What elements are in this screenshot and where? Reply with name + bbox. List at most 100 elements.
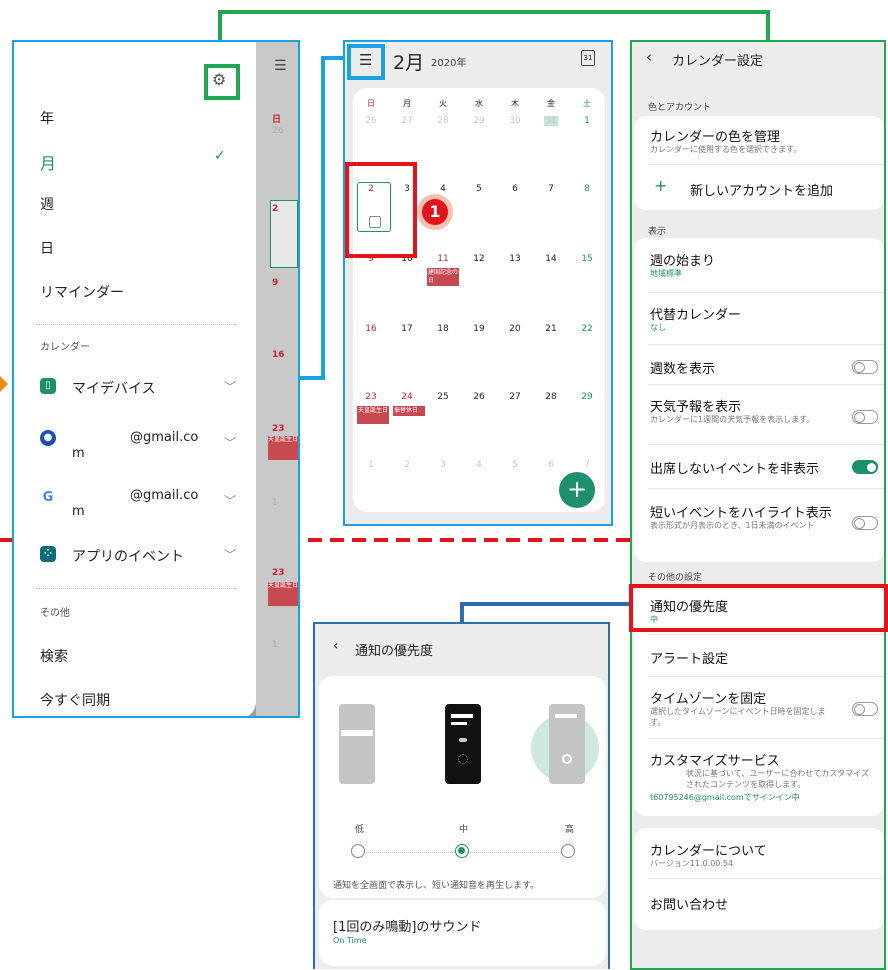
highlight-toggle[interactable] <box>852 516 878 530</box>
back-icon[interactable]: ‹ <box>333 638 339 654</box>
day-cell[interactable]: 20 <box>501 324 529 334</box>
day-cell[interactable]: 4 <box>465 460 493 470</box>
day-cell[interactable]: 27 <box>501 392 529 402</box>
day-cell[interactable]: 26 <box>357 116 385 126</box>
day-cell[interactable]: 14 <box>537 254 565 264</box>
day-cell[interactable]: 3 <box>429 460 457 470</box>
view-day[interactable]: 日 <box>40 238 54 258</box>
add-event-button[interactable]: + <box>559 472 595 508</box>
day-cell[interactable]: 13 <box>501 254 529 264</box>
step-marker: 1 <box>422 199 448 225</box>
level-low-label: 低 <box>355 825 365 835</box>
day-cell[interactable]: 15 <box>573 254 601 264</box>
view-reminder[interactable]: リマインダー <box>40 282 124 302</box>
day-cell[interactable]: 28 <box>429 116 457 126</box>
radio-high[interactable] <box>561 844 575 858</box>
sound-setting[interactable]: [1回のみ鳴動]のサウンド <box>333 916 481 935</box>
view-week[interactable]: 週 <box>40 194 54 214</box>
today-icon[interactable]: 31 <box>581 50 595 66</box>
month-title[interactable]: 2月 <box>393 48 424 75</box>
day-cell[interactable]: 5 <box>501 460 529 470</box>
strip-day: 1 <box>272 640 278 650</box>
day-cell[interactable]: 7 <box>573 460 601 470</box>
week-start[interactable]: 週の始まり <box>650 250 715 269</box>
calendar-account-2[interactable]: @gmail.co <box>130 488 198 503</box>
lock-timezone: タイムゾーンを固定 <box>650 692 767 707</box>
contact-us[interactable]: お問い合わせ <box>650 894 728 913</box>
back-icon[interactable]: ‹ <box>646 48 652 66</box>
show-weather-sub: カレンダーに1週間の天気予報を表示します。 <box>650 415 815 424</box>
manage-colors[interactable]: カレンダーの色を管理 <box>650 126 780 145</box>
day-cell[interactable]: 7 <box>537 184 565 194</box>
day-cell[interactable]: 23 <box>357 392 385 402</box>
search-item[interactable]: 検索 <box>40 646 68 666</box>
day-cell[interactable]: 2 <box>393 460 421 470</box>
calendar-account-1[interactable]: @gmail.co <box>130 430 198 445</box>
view-month[interactable]: 月 <box>40 150 56 174</box>
sync-now-item[interactable]: 今すぐ同期 <box>40 690 110 710</box>
chevron-down-icon[interactable]: ﹀ <box>224 546 236 563</box>
lock-timezone-sub: 選択したタイムゾーンにイベント日時を固定します。 <box>650 707 826 727</box>
chevron-down-icon[interactable]: ﹀ <box>224 434 236 451</box>
calendar-app-events[interactable]: アプリのイベント <box>72 546 184 566</box>
day-cell[interactable]: 31 <box>544 116 558 126</box>
level-medium-label: 中 <box>459 825 469 835</box>
customize-account: t60795246@gmail.comでサインイン中 <box>650 793 800 802</box>
alert-settings[interactable]: アラート設定 <box>650 648 728 667</box>
day-cell[interactable]: 18 <box>429 324 457 334</box>
divider <box>36 324 236 325</box>
view-year[interactable]: 年 <box>40 108 54 128</box>
day-cell[interactable]: 25 <box>429 392 457 402</box>
day-cell[interactable]: 30 <box>501 116 529 126</box>
day-cell[interactable]: 19 <box>465 324 493 334</box>
divider <box>648 292 884 293</box>
day-cell[interactable]: 17 <box>393 324 421 334</box>
chevron-down-icon[interactable]: ﹀ <box>224 378 236 395</box>
customize-service[interactable]: カスタマイズサービス <box>650 750 780 769</box>
high-phone-illustration <box>549 704 585 784</box>
event-substitute-holiday[interactable]: 振替休日 <box>393 406 425 416</box>
event-emperor-birthday[interactable]: 天皇誕生日 <box>357 406 389 424</box>
day-cell[interactable]: 4 <box>429 184 457 194</box>
day-cell[interactable]: 6 <box>537 460 565 470</box>
radio-low[interactable] <box>351 844 365 858</box>
weather-toggle[interactable] <box>852 410 878 424</box>
day-cell[interactable]: 24 <box>393 392 421 402</box>
calendars-header: カレンダー <box>40 342 90 353</box>
day-cell[interactable]: 11 <box>429 254 457 264</box>
lock-timezone-toggle[interactable] <box>852 702 878 716</box>
day-cell[interactable]: 5 <box>465 184 493 194</box>
calendar-mydevice[interactable]: マイデバイス <box>72 378 156 398</box>
samsung-account-icon: ● <box>40 430 56 446</box>
plus-icon: + <box>654 176 668 195</box>
day-cell[interactable]: 6 <box>501 184 529 194</box>
radio-medium[interactable] <box>455 844 469 858</box>
day-cell[interactable]: 27 <box>393 116 421 126</box>
day-cell[interactable]: 12 <box>465 254 493 264</box>
hide-declined-toggle[interactable] <box>852 460 878 474</box>
day-cell[interactable]: 28 <box>537 392 565 402</box>
day-cell[interactable]: 1 <box>357 460 385 470</box>
settings-title: カレンダー設定 <box>672 54 764 69</box>
other-header: その他 <box>40 608 70 619</box>
day-cell[interactable]: 1 <box>573 116 601 126</box>
gear-icon[interactable]: ⚙ <box>212 70 226 89</box>
alt-calendar[interactable]: 代替カレンダー <box>650 304 741 323</box>
day-cell[interactable]: 22 <box>573 324 601 334</box>
sound-value: On Time <box>333 936 367 945</box>
day-cell[interactable]: 21 <box>537 324 565 334</box>
day-cell[interactable]: 29 <box>465 116 493 126</box>
add-account[interactable]: 新しいアカウントを追加 <box>690 180 833 199</box>
about-calendar[interactable]: カレンダーについて <box>650 840 767 859</box>
section-other: その他の設定 <box>648 573 703 583</box>
week-numbers-toggle[interactable] <box>852 360 878 374</box>
day-cell[interactable]: 16 <box>357 324 385 334</box>
day-cell[interactable]: 8 <box>573 184 601 194</box>
weekday-label: 水 <box>475 99 483 108</box>
day-cell[interactable]: 26 <box>465 392 493 402</box>
chevron-down-icon[interactable]: ﹀ <box>224 492 236 509</box>
day-cell[interactable]: 29 <box>573 392 601 402</box>
divider <box>648 164 884 165</box>
event-national-foundation[interactable]: 建国記念の日 <box>427 268 459 286</box>
menu-icon[interactable]: ☰ <box>359 51 372 69</box>
